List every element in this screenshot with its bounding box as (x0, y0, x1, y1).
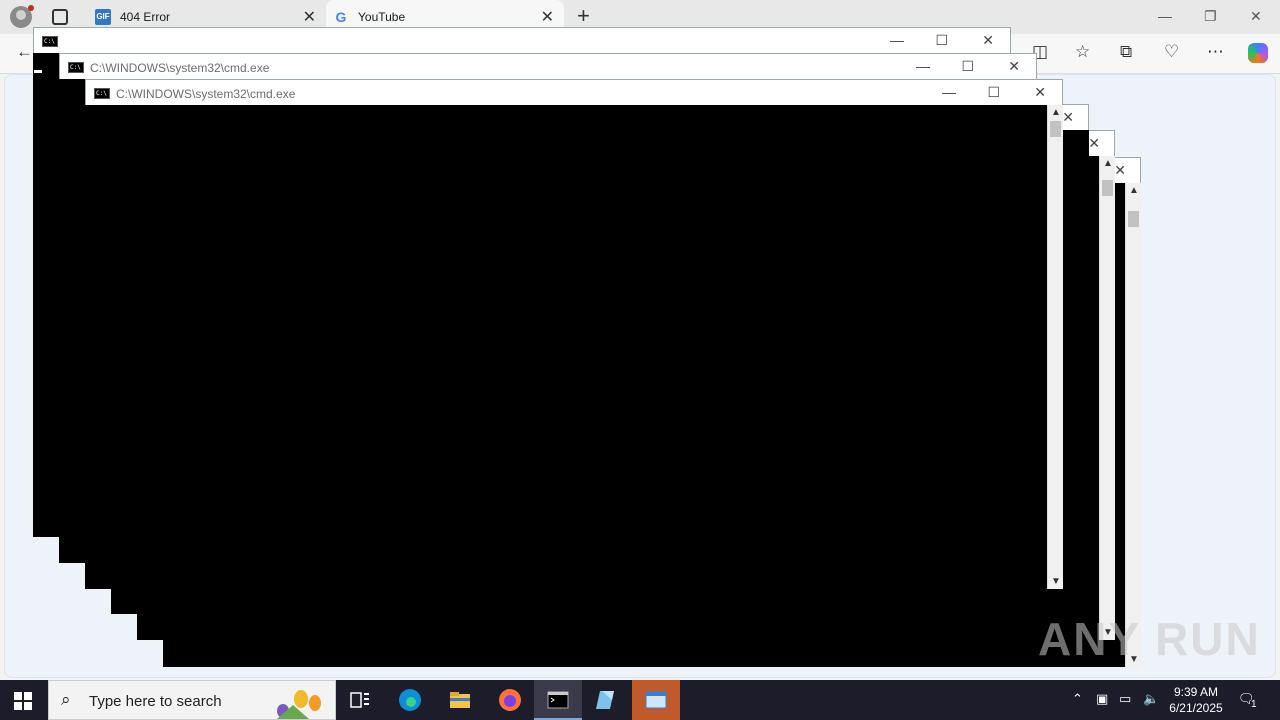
cmd-icon: C:\ (68, 62, 84, 73)
close-icon[interactable]: ✕ (1250, 8, 1262, 25)
collections-icon[interactable]: ⧉ (1120, 42, 1132, 62)
taskbar-edge[interactable] (386, 680, 434, 720)
close-icon[interactable]: ✕ (982, 32, 994, 49)
task-view-icon (350, 692, 369, 708)
scroll-up-icon[interactable]: ▲ (1129, 185, 1139, 196)
more-icon[interactable]: ⋯ (1207, 42, 1224, 62)
copilot-icon[interactable] (1248, 43, 1268, 63)
cmd-window-active[interactable]: C:\ C:\WINDOWS\system32\cmd.exe — ☐ ✕ ▲ … (85, 79, 1063, 589)
favorites-icon[interactable]: ☆ (1075, 42, 1090, 62)
scroll-down-icon[interactable]: ▼ (1051, 576, 1061, 587)
anyrun-watermark: ANY RUN (1038, 613, 1261, 665)
new-tab-icon[interactable]: + (577, 3, 590, 29)
scrollbar[interactable]: ▲ ▼ (1047, 105, 1063, 589)
system-clock[interactable]: 9:39 AM 6/21/2025 (1160, 684, 1232, 716)
scroll-up-icon[interactable]: ▲ (1103, 158, 1113, 169)
scroll-thumb[interactable] (1128, 211, 1139, 227)
cmd-icon (547, 691, 569, 709)
minimize-icon[interactable]: — (942, 84, 956, 100)
clock-time: 9:39 AM (1173, 685, 1219, 699)
scrollbar[interactable]: ▲ ▼ (1099, 156, 1115, 640)
task-view-button[interactable] (336, 680, 384, 720)
close-icon[interactable]: ✕ (1088, 135, 1100, 152)
cmd-icon: C:\ (42, 36, 58, 47)
tab-label: YouTube (358, 10, 406, 24)
device-icon[interactable]: ▣ (1096, 691, 1108, 707)
taskbar-search[interactable]: ⌕ Type here to search (48, 680, 336, 720)
window-app-icon (645, 691, 667, 709)
notification-count: 1 (1251, 699, 1257, 710)
window-titlebar[interactable]: C:\ C:\WINDOWS\system32\cmd.exe — ☐ ✕ (59, 53, 1037, 79)
scroll-up-icon[interactable]: ▲ (1051, 107, 1061, 118)
window-titlebar[interactable]: C:\ C:\WINDOWS\system32\cmd.exe — ☐ ✕ (85, 79, 1063, 105)
window-title: C:\WINDOWS\system32\cmd.exe (116, 87, 296, 101)
back-icon[interactable]: ← (16, 42, 33, 62)
chevron-up-icon[interactable]: ⌃ (1072, 691, 1083, 707)
close-icon[interactable]: ✕ (1008, 58, 1020, 75)
window-titlebar[interactable]: C:\ — ☐ ✕ (33, 27, 1011, 53)
restore-icon[interactable]: ❐ (1204, 8, 1217, 25)
taskbar-firefox[interactable] (486, 680, 534, 720)
notepad-icon (596, 691, 614, 709)
maximize-icon[interactable]: ☐ (961, 58, 974, 75)
browser-essentials-icon[interactable]: ♡ (1164, 42, 1179, 62)
close-tab-icon[interactable]: ✕ (303, 7, 316, 27)
taskbar-cmd[interactable] (534, 680, 582, 720)
close-icon[interactable]: ✕ (1034, 84, 1046, 101)
firefox-icon (499, 689, 521, 711)
cmd-icon: C:\ (94, 88, 110, 99)
scroll-thumb[interactable] (1050, 121, 1061, 137)
gif-icon: GIF (95, 9, 111, 25)
text-cursor (34, 70, 42, 73)
tab-label: 404 Error (120, 10, 171, 24)
google-icon: G (335, 9, 347, 25)
folder-icon (450, 692, 470, 708)
minimize-icon[interactable]: — (1158, 8, 1172, 24)
scroll-thumb[interactable] (1102, 180, 1113, 196)
close-tab-icon[interactable]: ✕ (541, 7, 554, 27)
window-title: C:\WINDOWS\system32\cmd.exe (90, 61, 270, 75)
taskbar: ⌕ Type here to search ⌃ ▣ ▭ 🔈 9:39 AM 6/… (0, 680, 1280, 720)
minimize-icon[interactable]: — (890, 32, 904, 48)
maximize-icon[interactable]: ☐ (935, 32, 948, 49)
volume-icon[interactable]: 🔈 (1143, 691, 1159, 707)
search-highlight-art (277, 690, 321, 719)
tab-actions-icon[interactable] (52, 9, 68, 25)
close-icon[interactable]: ✕ (1114, 162, 1126, 179)
search-icon: ⌕ (61, 690, 71, 709)
maximize-icon[interactable]: ☐ (987, 84, 1000, 101)
network-icon[interactable]: ▭ (1119, 691, 1131, 707)
close-icon[interactable]: ✕ (1062, 109, 1074, 126)
edge-icon (399, 689, 421, 711)
clock-date: 6/21/2025 (1169, 701, 1223, 715)
search-input[interactable]: Type here to search (89, 693, 222, 710)
taskbar-notepad[interactable] (582, 680, 630, 720)
taskbar-app-active[interactable] (632, 680, 680, 720)
windows-start-icon[interactable] (14, 692, 32, 710)
notification-dot (28, 5, 34, 11)
scrollbar[interactable]: ▲ ▼ (1125, 183, 1141, 667)
taskbar-file-explorer[interactable] (436, 680, 484, 720)
minimize-icon[interactable]: — (916, 58, 930, 74)
